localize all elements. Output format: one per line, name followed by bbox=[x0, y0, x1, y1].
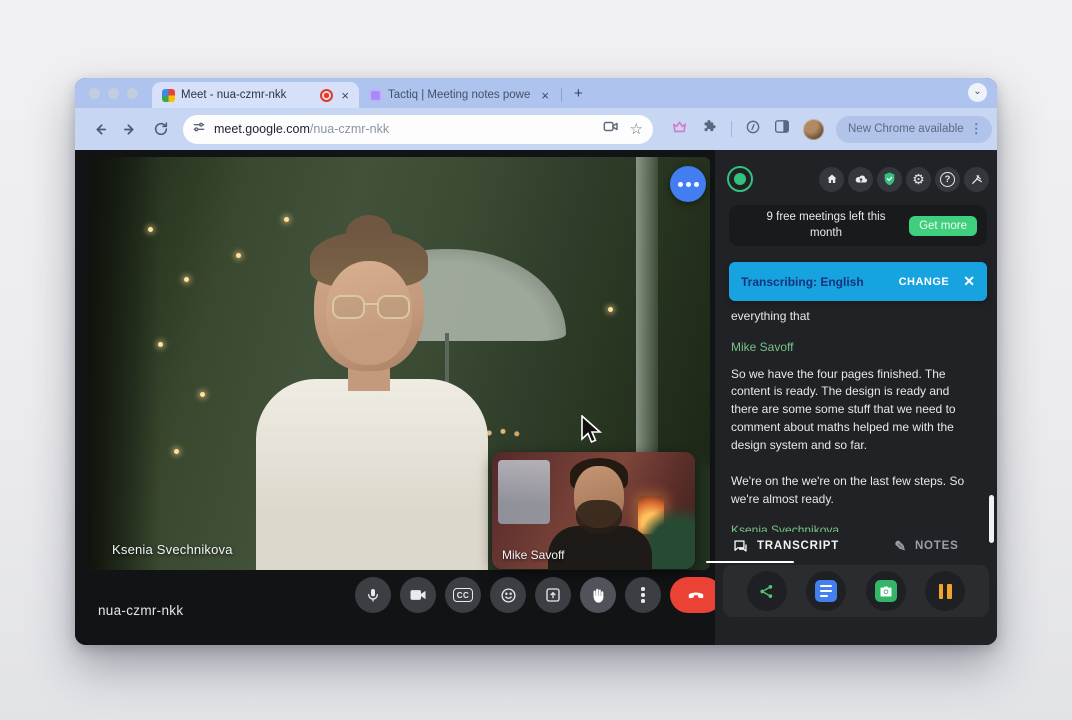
mouse-cursor bbox=[580, 415, 604, 452]
site-settings-icon[interactable] bbox=[192, 120, 206, 139]
tab-transcript[interactable]: TRANSCRIPT bbox=[715, 532, 856, 560]
close-window-button[interactable] bbox=[89, 88, 100, 99]
url-path: /nua-czmr-nkk bbox=[310, 122, 389, 136]
open-notes-doc-button[interactable] bbox=[806, 571, 846, 611]
browser-menu-icon[interactable]: ⋮ bbox=[970, 121, 983, 137]
change-language-button[interactable]: CHANGE bbox=[899, 276, 950, 288]
home-icon[interactable] bbox=[819, 167, 844, 192]
document-icon bbox=[815, 580, 837, 602]
zoom-window-button[interactable] bbox=[127, 88, 138, 99]
update-pill-label: New Chrome available bbox=[848, 123, 964, 135]
free-meetings-message: 9 free meetings left this month bbox=[751, 210, 901, 241]
pause-icon bbox=[939, 584, 952, 599]
chrome-update-pill[interactable]: New Chrome available ⋮ bbox=[836, 116, 992, 143]
url-text[interactable]: meet.google.com/nua-czmr-nkk bbox=[214, 122, 595, 136]
privacy-shield-icon[interactable] bbox=[877, 167, 902, 192]
tactiq-tabs: TRANSCRIPT ✎ NOTES bbox=[715, 532, 997, 560]
meeting-code-label: nua-czmr-nkk bbox=[98, 603, 183, 618]
get-more-button[interactable]: Get more bbox=[909, 216, 977, 236]
transcript-list[interactable]: everything that Mike Savoff So we have t… bbox=[731, 308, 979, 532]
tab-notes[interactable]: ✎ NOTES bbox=[856, 532, 997, 560]
close-tab-icon[interactable]: × bbox=[339, 89, 351, 102]
raise-hand-button[interactable] bbox=[580, 577, 616, 613]
share-button[interactable] bbox=[747, 571, 787, 611]
extensions-row bbox=[671, 118, 824, 140]
recording-indicator-icon bbox=[320, 89, 333, 102]
transcript-speaker: Mike Savoff bbox=[731, 339, 979, 357]
tab-tactiq[interactable]: Tactiq | Meeting notes powe × bbox=[359, 82, 559, 108]
captions-button[interactable]: CC bbox=[445, 577, 481, 613]
tactiq-extension-icon[interactable] bbox=[671, 118, 688, 140]
browser-window: Meet - nua-czmr-nkk × Tactiq | Meeting n… bbox=[75, 78, 997, 645]
tactiq-chat-bubble-icon[interactable] bbox=[670, 166, 706, 202]
cloud-upload-icon[interactable] bbox=[848, 167, 873, 192]
close-banner-icon[interactable]: ✕ bbox=[963, 273, 975, 290]
tactiq-favicon-icon bbox=[369, 89, 382, 102]
transcript-speaker: Ksenia Svechnikova bbox=[731, 522, 979, 532]
tactiq-record-logo-icon bbox=[727, 166, 753, 192]
meet-favicon-icon bbox=[162, 89, 175, 102]
close-tab-icon[interactable]: × bbox=[539, 89, 551, 102]
more-options-button[interactable] bbox=[625, 577, 661, 613]
side-panel-icon[interactable] bbox=[774, 119, 790, 139]
url-host: meet.google.com bbox=[214, 122, 310, 136]
reload-button[interactable] bbox=[153, 121, 169, 138]
settings-gear-icon[interactable]: ⚙ bbox=[906, 167, 931, 192]
present-screen-button[interactable] bbox=[535, 577, 571, 613]
forward-button[interactable] bbox=[122, 121, 139, 138]
tab-divider bbox=[561, 88, 562, 102]
tab-search-chevron-icon[interactable]: ⌄ bbox=[968, 83, 987, 102]
tab-notes-label: NOTES bbox=[915, 540, 959, 552]
transcript-text: everything that bbox=[731, 308, 979, 326]
pencil-icon: ✎ bbox=[894, 538, 907, 555]
tab-title: Meet - nua-czmr-nkk bbox=[181, 89, 314, 101]
tactiq-panel: ⚙ ? 9 free meetings left this month Get … bbox=[715, 150, 997, 645]
participant-name-label: Ksenia Svechnikova bbox=[112, 542, 233, 557]
reactions-button[interactable] bbox=[490, 577, 526, 613]
camera-button[interactable] bbox=[400, 577, 436, 613]
window-controls[interactable] bbox=[89, 88, 138, 99]
glasses bbox=[332, 295, 410, 321]
tactiq-actions bbox=[723, 565, 989, 617]
pause-transcription-button[interactable] bbox=[925, 571, 965, 611]
pin-panel-icon[interactable] bbox=[964, 167, 989, 192]
screenshot-button[interactable] bbox=[866, 571, 906, 611]
tab-meet[interactable]: Meet - nua-czmr-nkk × bbox=[152, 82, 359, 108]
desktop-background: Meet - nua-czmr-nkk × Tactiq | Meeting n… bbox=[0, 0, 1072, 720]
profile-avatar[interactable] bbox=[803, 119, 824, 140]
address-bar[interactable]: meet.google.com/nua-czmr-nkk ☆ bbox=[183, 115, 653, 144]
help-icon[interactable]: ? bbox=[935, 167, 960, 192]
camera-in-use-icon[interactable] bbox=[603, 120, 619, 138]
pip-video-tile[interactable]: Mike Savoff bbox=[492, 452, 695, 569]
tab-title: Tactiq | Meeting notes powe bbox=[388, 89, 533, 101]
camera-icon bbox=[875, 580, 897, 602]
bookmark-star-icon[interactable]: ☆ bbox=[630, 120, 643, 138]
meet-page: Ksenia Svechnikova Mike Savoff nua-czmr-… bbox=[75, 150, 997, 645]
pip-name-label: Mike Savoff bbox=[502, 548, 564, 562]
tactiq-header: ⚙ ? bbox=[727, 164, 989, 194]
tab-transcript-label: TRANSCRIPT bbox=[757, 540, 839, 552]
new-tab-button[interactable]: + bbox=[574, 85, 583, 102]
tab-strip: Meet - nua-czmr-nkk × Tactiq | Meeting n… bbox=[75, 78, 997, 108]
toolbar-divider bbox=[731, 121, 732, 137]
video-backdrop bbox=[88, 157, 160, 570]
back-button[interactable] bbox=[91, 121, 108, 138]
extensions-puzzle-icon[interactable] bbox=[701, 118, 718, 140]
transcribing-language-label: Transcribing: English bbox=[741, 275, 864, 289]
microphone-button[interactable] bbox=[355, 577, 391, 613]
browsing-utility-icon[interactable] bbox=[745, 119, 761, 140]
transcript-text: So we have the four pages finished. The … bbox=[731, 366, 979, 455]
transcribing-banner: Transcribing: English CHANGE ✕ bbox=[729, 262, 987, 301]
minimize-window-button[interactable] bbox=[108, 88, 119, 99]
transcript-text: We're on the we're on the last few steps… bbox=[731, 473, 979, 509]
free-meetings-card: 9 free meetings left this month Get more bbox=[729, 205, 987, 246]
browser-toolbar: meet.google.com/nua-czmr-nkk ☆ New Chrom… bbox=[75, 108, 997, 150]
